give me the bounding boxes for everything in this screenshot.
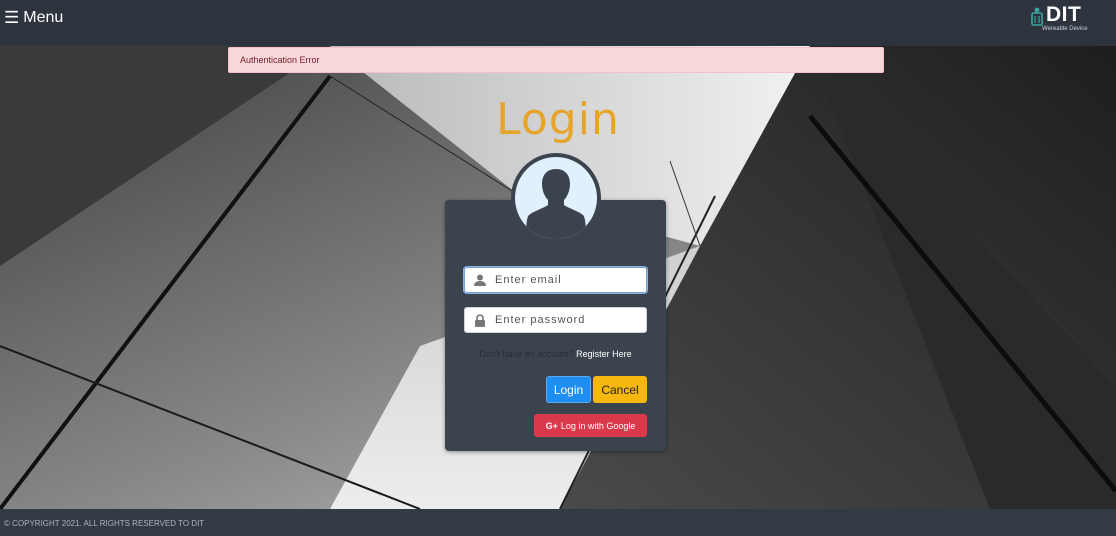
- copyright-text: © COPYRIGHT 2021. ALL RIGHTS RESERVED TO…: [4, 519, 205, 528]
- page-title: Login: [496, 94, 620, 145]
- cancel-button[interactable]: Cancel: [593, 376, 647, 403]
- avatar: [511, 153, 601, 243]
- footer: © COPYRIGHT 2021. ALL RIGHTS RESERVED TO…: [0, 509, 1116, 536]
- register-question: Don't have an account?: [479, 349, 577, 359]
- user-icon: [465, 274, 495, 286]
- hamburger-icon: ☰: [4, 8, 20, 27]
- google-plus-icon: G+: [545, 420, 558, 431]
- register-prompt: Don't have an account? Register Here: [445, 349, 666, 359]
- logo-text: DIT: [1046, 3, 1082, 26]
- password-input[interactable]: [495, 314, 640, 326]
- menu-button[interactable]: ☰ Menu: [4, 8, 63, 28]
- google-login-label: Log in with Google: [560, 420, 636, 431]
- login-button[interactable]: Login: [546, 376, 591, 403]
- email-input[interactable]: [495, 274, 640, 286]
- menu-label: Menu: [23, 9, 64, 26]
- logo-subtitle: Wereable Device: [1042, 26, 1088, 32]
- dit-logo[interactable]: DIT Wereable Device: [1030, 3, 1094, 35]
- top-navbar: ☰ Menu DIT Wereable Device: [0, 0, 1116, 46]
- register-link[interactable]: Register Here: [576, 349, 632, 359]
- password-field[interactable]: [464, 307, 647, 333]
- lock-icon: [465, 313, 495, 327]
- alert-message: Authentication Error: [240, 55, 320, 65]
- google-login-button[interactable]: G+ Log in with Google: [534, 414, 647, 437]
- device-logo-icon: [1031, 7, 1043, 26]
- user-silhouette-icon: [526, 169, 586, 239]
- email-field[interactable]: [464, 267, 647, 293]
- authentication-error-alert: Authentication Error: [228, 47, 884, 73]
